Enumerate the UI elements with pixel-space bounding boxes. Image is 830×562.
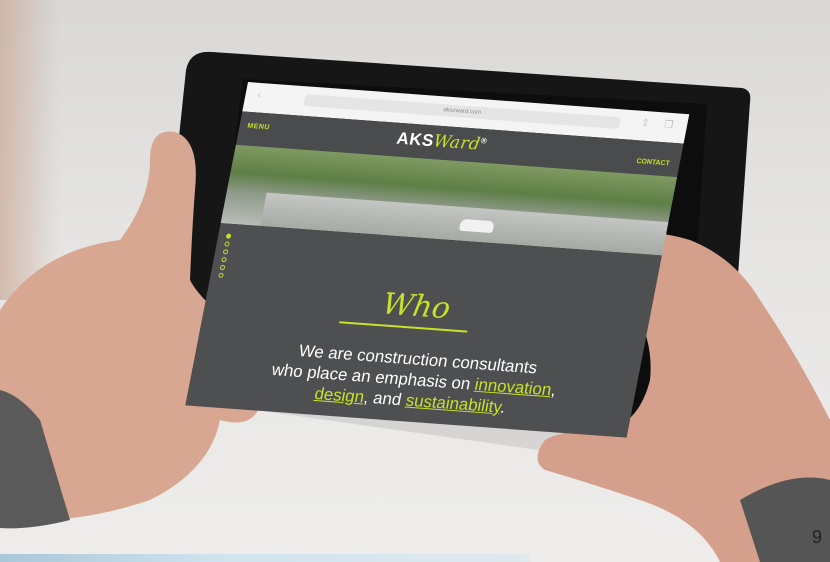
slide-dots [218,233,232,280]
slide-dot-2[interactable] [224,241,231,247]
slide-number: 9 [811,527,822,547]
slide-dot-6[interactable] [218,272,224,278]
footer-strip [0,554,530,562]
share-icon[interactable]: ⇪ [640,118,650,129]
site-logo[interactable]: AKSWard® [395,129,488,155]
who-heading: Who [379,286,454,327]
photo-scene: ‹ akscward.com ⇪ ❐ MENU AKSWard® CONTACT [0,0,830,562]
tagline-line-3-mid: , and [362,387,408,410]
logo-text: AKS [395,128,436,151]
design-link[interactable]: design [313,384,366,406]
back-arrow-icon[interactable]: ‹ [256,90,261,101]
slide-dot-5[interactable] [219,264,226,271]
logo-mark: ® [480,136,489,146]
hero-car [458,218,495,234]
contact-link[interactable]: CONTACT [636,158,671,167]
slide-dot-3[interactable] [222,249,229,255]
tablet-screen: ‹ akscward.com ⇪ ❐ MENU AKSWard® CONTACT [185,82,690,438]
slide-dot-1[interactable] [225,233,232,239]
tabs-icon[interactable]: ❐ [663,119,674,130]
slide-dot-4[interactable] [221,257,227,263]
who-panel: Who We are construction consultants who … [185,223,662,438]
menu-link[interactable]: MENU [247,123,271,131]
logo-accent: Ward [431,131,483,155]
